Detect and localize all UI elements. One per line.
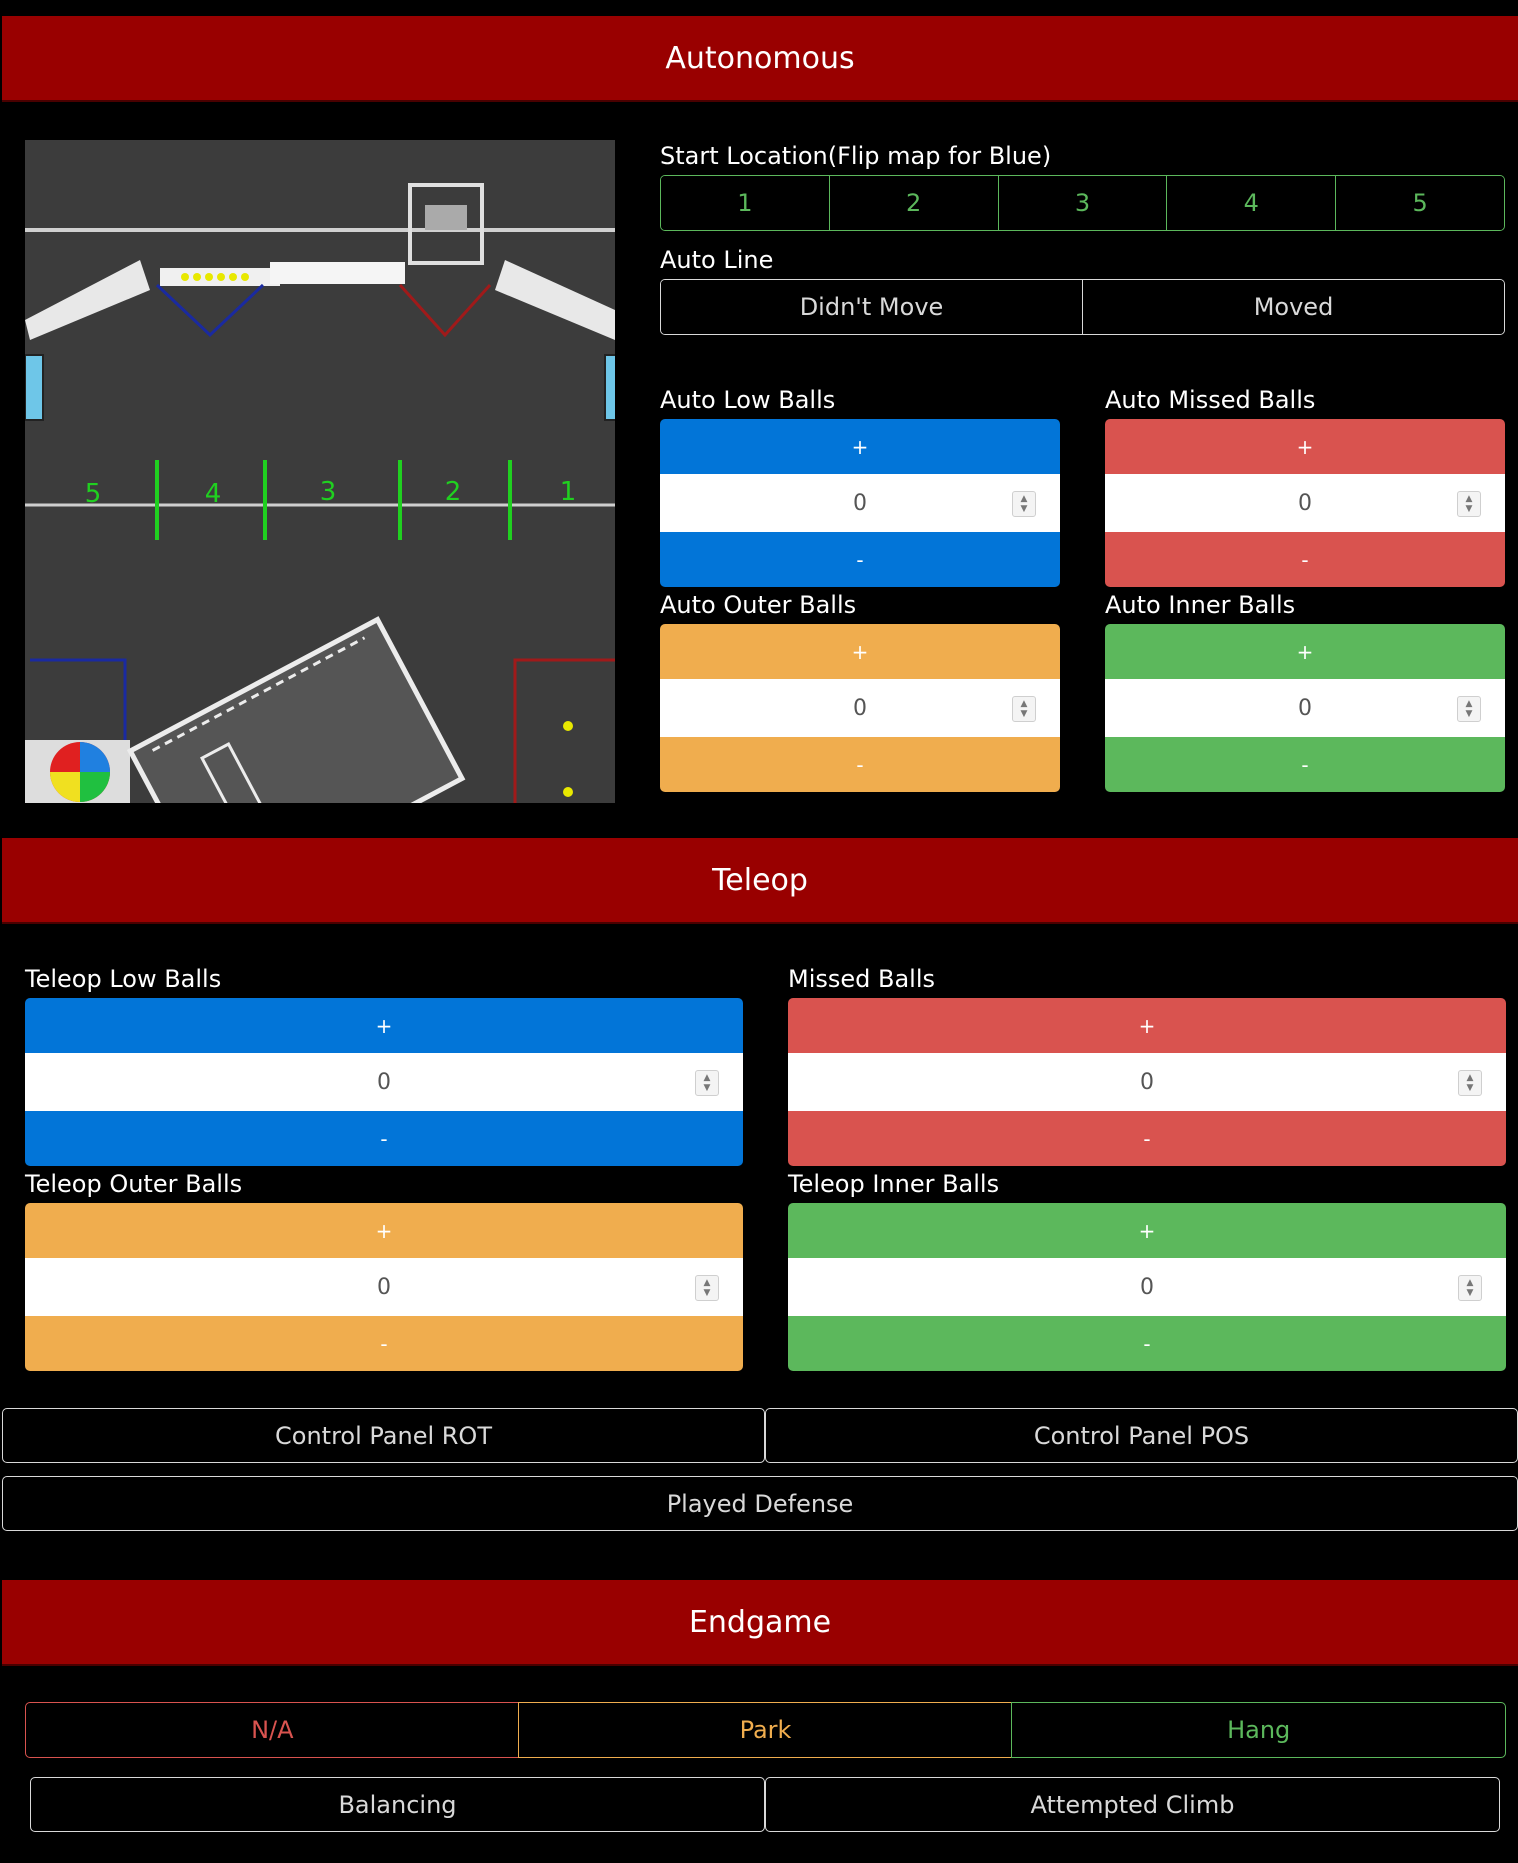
auto-missed-balls-counter: + 0 ▲ ▼ - (1105, 419, 1505, 587)
auto-outer-balls-label: Auto Outer Balls (660, 591, 857, 619)
teleop-inner-balls-minus-button[interactable]: - (788, 1316, 1506, 1371)
auto-inner-balls-label: Auto Inner Balls (1105, 591, 1296, 619)
spinner-icon[interactable]: ▲ ▼ (695, 1275, 719, 1301)
start-location-option-3[interactable]: 3 (998, 176, 1168, 230)
balancing-button[interactable]: Balancing (30, 1777, 765, 1832)
field-position-5: 5 (85, 479, 102, 509)
teleop-low-balls-plus-button[interactable]: + (25, 998, 743, 1053)
auto-low-balls-minus-button[interactable]: - (660, 532, 1060, 587)
auto-line-moved-button[interactable]: Moved (1083, 280, 1504, 334)
control-panel-rot-button[interactable]: Control Panel ROT (2, 1408, 765, 1463)
field-position-3: 3 (320, 477, 337, 507)
control-panel-pos-button[interactable]: Control Panel POS (765, 1408, 1518, 1463)
auto-low-balls-input[interactable]: 0 ▲ ▼ (660, 474, 1060, 532)
auto-inner-balls-value: 0 (1298, 695, 1312, 721)
start-location-label: Start Location(Flip map for Blue) (660, 142, 1052, 170)
start-location-selector: 1 2 3 4 5 (660, 175, 1505, 231)
endgame-header: Endgame (2, 1580, 1518, 1666)
auto-missed-balls-minus-button[interactable]: - (1105, 532, 1505, 587)
field-map-image: 5 4 3 2 1 (25, 140, 615, 803)
auto-outer-balls-input[interactable]: 0 ▲ ▼ (660, 679, 1060, 737)
attempted-climb-button[interactable]: Attempted Climb (765, 1777, 1500, 1832)
endgame-hang-button[interactable]: Hang (1011, 1702, 1507, 1758)
spinner-icon[interactable]: ▲ ▼ (695, 1070, 719, 1096)
teleop-inner-balls-plus-button[interactable]: + (788, 1203, 1506, 1258)
auto-low-balls-label: Auto Low Balls (660, 386, 836, 414)
field-map-drawing: 5 4 3 2 1 (25, 140, 615, 803)
teleop-missed-balls-value: 0 (1140, 1069, 1154, 1095)
field-position-1: 1 (560, 477, 577, 507)
teleop-low-balls-counter: + 0 ▲ ▼ - (25, 998, 743, 1166)
auto-inner-balls-minus-button[interactable]: - (1105, 737, 1505, 792)
auto-outer-balls-counter: + 0 ▲ ▼ - (660, 624, 1060, 792)
teleop-low-balls-input[interactable]: 0 ▲ ▼ (25, 1053, 743, 1111)
auto-line-selector: Didn't Move Moved (660, 279, 1505, 335)
auto-low-balls-counter: + 0 ▲ ▼ - (660, 419, 1060, 587)
start-location-option-5[interactable]: 5 (1336, 176, 1504, 230)
start-location-option-2[interactable]: 2 (829, 176, 999, 230)
start-location-option-4[interactable]: 4 (1167, 176, 1337, 230)
spinner-icon[interactable]: ▲ ▼ (1012, 696, 1036, 722)
auto-missed-balls-input[interactable]: 0 ▲ ▼ (1105, 474, 1505, 532)
spinner-icon[interactable]: ▲ ▼ (1457, 696, 1481, 722)
auto-inner-balls-plus-button[interactable]: + (1105, 624, 1505, 679)
auto-outer-balls-minus-button[interactable]: - (660, 737, 1060, 792)
spinner-icon[interactable]: ▲ ▼ (1012, 491, 1036, 517)
teleop-missed-balls-minus-button[interactable]: - (788, 1111, 1506, 1166)
teleop-outer-balls-value: 0 (377, 1274, 391, 1300)
spinner-icon[interactable]: ▲ ▼ (1458, 1275, 1482, 1301)
teleop-missed-balls-input[interactable]: 0 ▲ ▼ (788, 1053, 1506, 1111)
auto-line-label: Auto Line (660, 246, 774, 274)
auto-low-balls-value: 0 (853, 490, 867, 516)
auto-low-balls-plus-button[interactable]: + (660, 419, 1060, 474)
spinner-icon[interactable]: ▲ ▼ (1457, 491, 1481, 517)
auto-missed-balls-label: Auto Missed Balls (1105, 386, 1316, 414)
autonomous-header: Autonomous (2, 16, 1518, 102)
auto-missed-balls-value: 0 (1298, 490, 1312, 516)
teleop-outer-balls-minus-button[interactable]: - (25, 1316, 743, 1371)
teleop-low-balls-value: 0 (377, 1069, 391, 1095)
teleop-low-balls-label: Teleop Low Balls (25, 965, 222, 993)
teleop-outer-balls-label: Teleop Outer Balls (25, 1170, 243, 1198)
teleop-inner-balls-input[interactable]: 0 ▲ ▼ (788, 1258, 1506, 1316)
auto-inner-balls-counter: + 0 ▲ ▼ - (1105, 624, 1505, 792)
teleop-inner-balls-counter: + 0 ▲ ▼ - (788, 1203, 1506, 1371)
teleop-outer-balls-plus-button[interactable]: + (25, 1203, 743, 1258)
missed-balls-label: Missed Balls (788, 965, 936, 993)
field-position-2: 2 (445, 477, 462, 507)
spinner-icon[interactable]: ▲ ▼ (1458, 1070, 1482, 1096)
teleop-inner-balls-value: 0 (1140, 1274, 1154, 1300)
played-defense-button[interactable]: Played Defense (2, 1476, 1518, 1531)
teleop-outer-balls-input[interactable]: 0 ▲ ▼ (25, 1258, 743, 1316)
start-location-option-1[interactable]: 1 (661, 176, 830, 230)
auto-inner-balls-input[interactable]: 0 ▲ ▼ (1105, 679, 1505, 737)
auto-outer-balls-plus-button[interactable]: + (660, 624, 1060, 679)
teleop-missed-balls-plus-button[interactable]: + (788, 998, 1506, 1053)
endgame-na-button[interactable]: N/A (25, 1702, 520, 1758)
teleop-inner-balls-label: Teleop Inner Balls (788, 1170, 1000, 1198)
teleop-low-balls-minus-button[interactable]: - (25, 1111, 743, 1166)
auto-outer-balls-value: 0 (853, 695, 867, 721)
auto-line-didnt-move-button[interactable]: Didn't Move (661, 280, 1083, 334)
endgame-selector: N/A Park Hang (25, 1702, 1507, 1758)
endgame-park-button[interactable]: Park (518, 1702, 1013, 1758)
auto-missed-balls-plus-button[interactable]: + (1105, 419, 1505, 474)
teleop-header: Teleop (2, 838, 1518, 924)
field-position-4: 4 (205, 479, 222, 509)
teleop-missed-balls-counter: + 0 ▲ ▼ - (788, 998, 1506, 1166)
teleop-outer-balls-counter: + 0 ▲ ▼ - (25, 1203, 743, 1371)
